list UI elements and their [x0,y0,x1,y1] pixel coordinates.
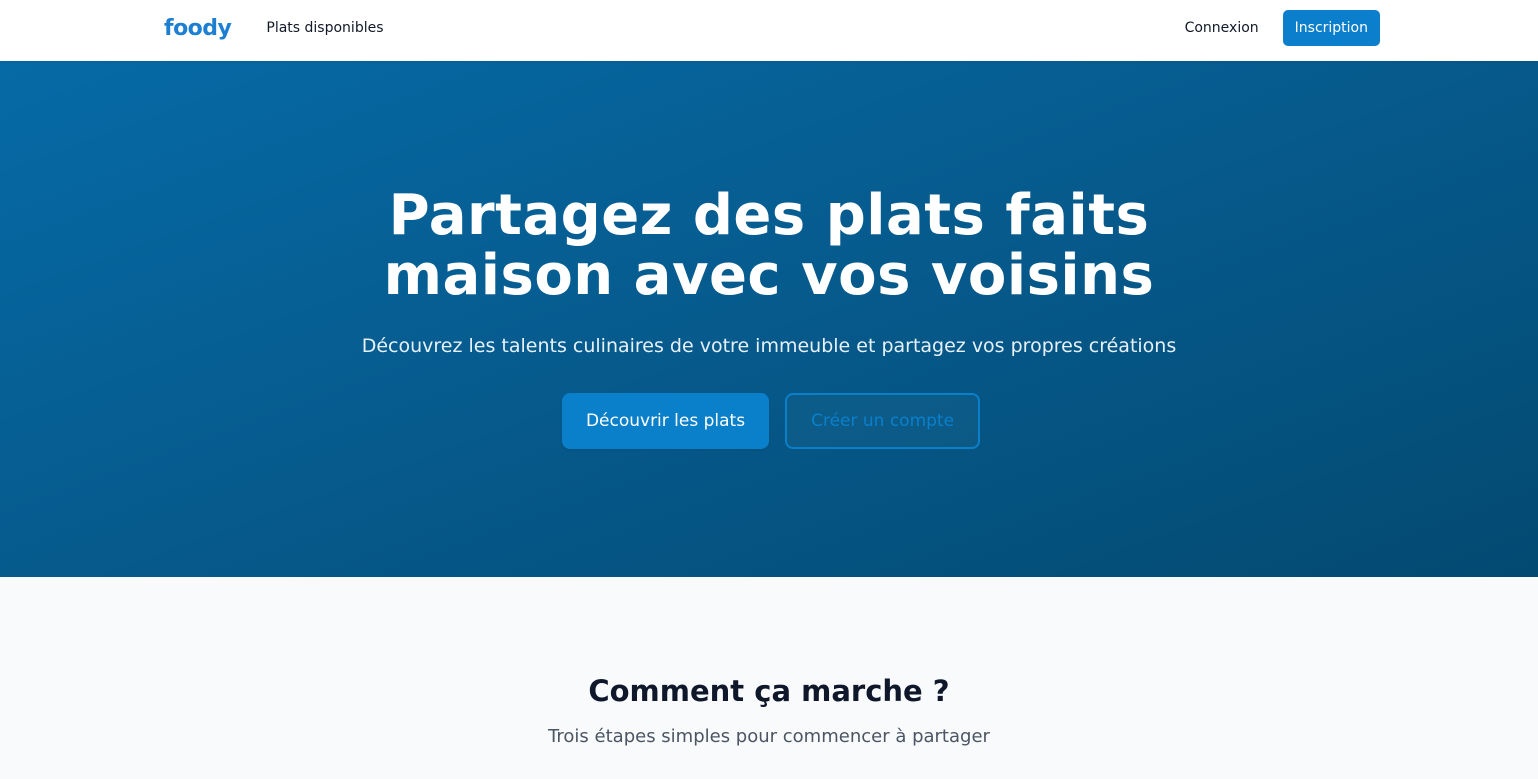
hero-title-line-2: maison avec vos voisins [383,243,1155,308]
nav-link-available-dishes[interactable]: Plats disponibles [266,20,383,36]
nav-auth-actions: Connexion Inscription [1185,10,1380,46]
hero-section: Partagez des plats faits maison avec vos… [0,61,1538,577]
hero-subtitle: Découvrez les talents culinaires de votr… [361,335,1177,357]
discover-dishes-button[interactable]: Découvrir les plats [561,393,770,449]
how-it-works-section: Comment ça marche ? Trois étapes simples… [0,577,1538,779]
how-it-works-title: Comment ça marche ? [588,674,950,708]
top-navbar: foody Plats disponibles Connexion Inscri… [0,0,1538,61]
create-account-button[interactable]: Créer un compte [785,393,981,449]
hero-title-line-1: Partagez des plats faits [388,183,1150,248]
foody-logo[interactable]: foody [164,16,232,41]
hero-title: Partagez des plats faits maison avec vos… [0,186,1538,306]
how-it-works-subtitle: Trois étapes simples pour commencer à pa… [548,726,990,747]
login-link[interactable]: Connexion [1185,20,1259,36]
navbar-inner: foody Plats disponibles Connexion Inscri… [164,0,1380,56]
signup-button[interactable]: Inscription [1282,10,1380,46]
hero-actions: Découvrir les plats Créer un compte [0,393,1538,449]
